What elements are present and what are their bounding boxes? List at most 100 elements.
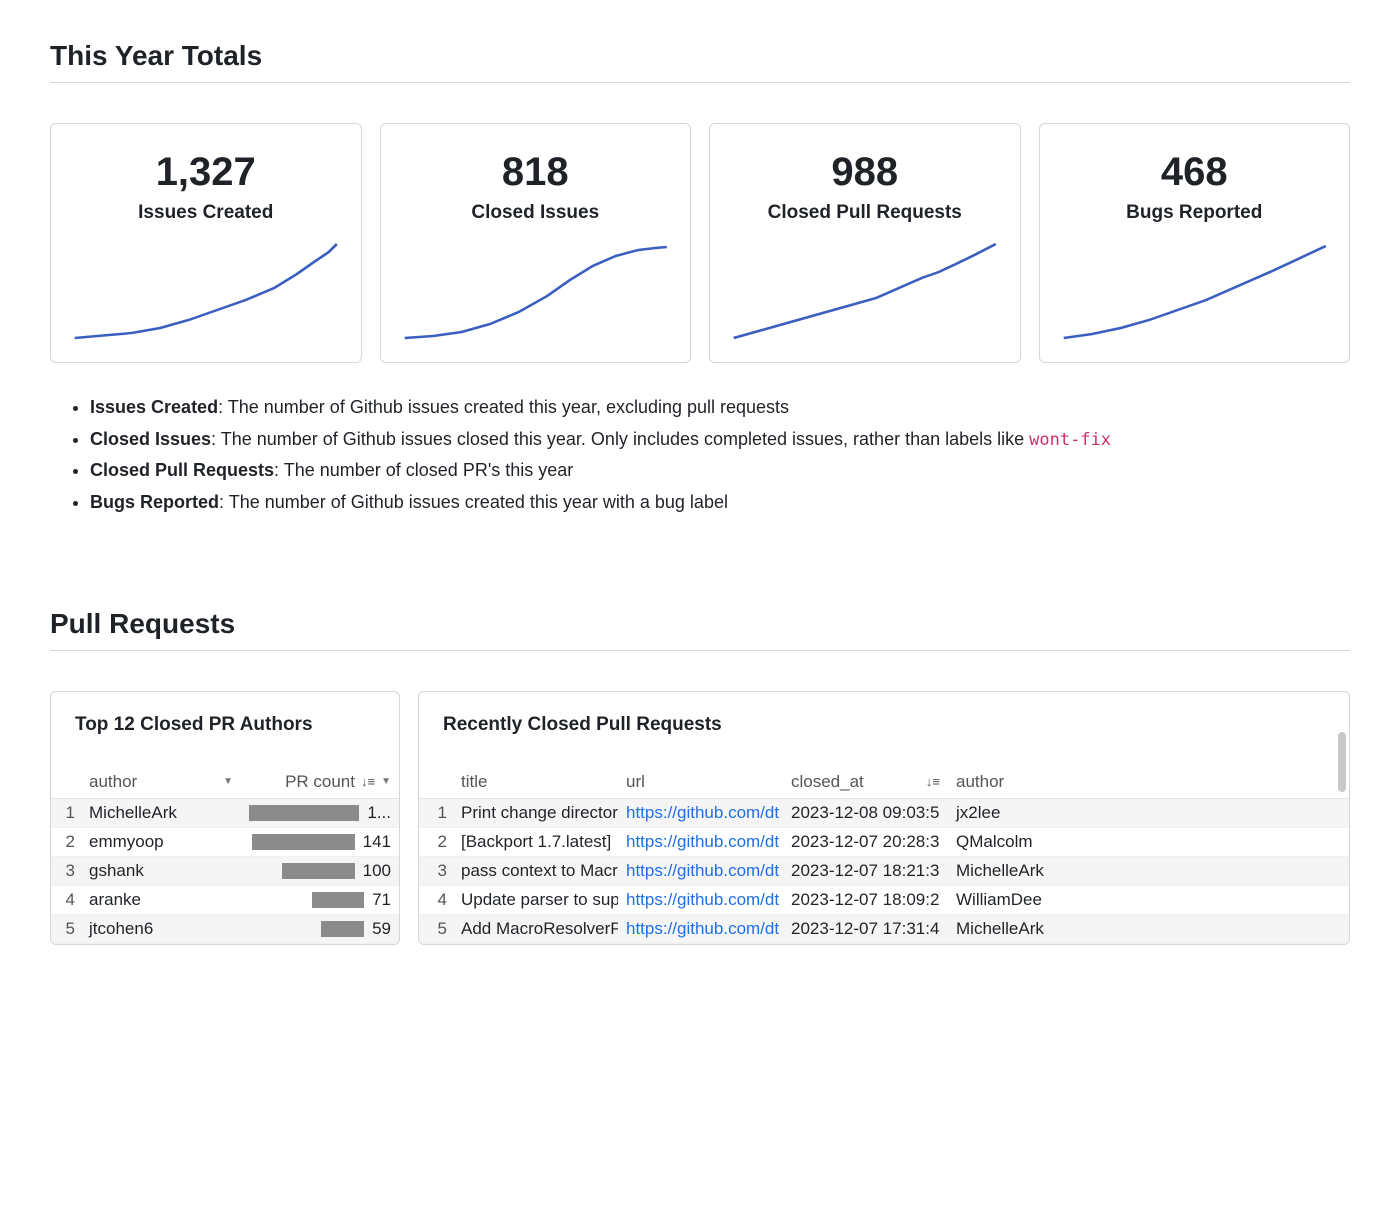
card-closed-issues: 818 Closed Issues [380, 123, 692, 363]
pr-url-cell: https://github.com/dt [618, 856, 783, 885]
author-cell: emmyoop [81, 827, 241, 856]
author-cell: aranke [81, 885, 241, 914]
bar [249, 805, 359, 821]
bar [282, 863, 355, 879]
pr-title-cell: pass context to Macr [453, 856, 618, 885]
pr-url-link[interactable]: https://github.com/dt [626, 890, 779, 909]
card-issues-created: 1,327 Issues Created [50, 123, 362, 363]
pr-url-link[interactable]: https://github.com/dt [626, 919, 779, 938]
sparkline [399, 238, 673, 348]
row-index: 2 [419, 827, 453, 856]
count-value: 141 [363, 832, 391, 852]
table-row[interactable]: 3gshank 100 [51, 856, 399, 885]
row-index: 1 [51, 798, 81, 827]
sparkline [728, 238, 1002, 348]
pr-closed-at-cell: 2023-12-08 09:03:5 [783, 798, 948, 827]
table-row[interactable]: 1Print change directorhttps://github.com… [419, 798, 1349, 827]
authors-table: author ▼ PR count ↓≡ ▼ 1MichelleArk1...2… [51, 766, 399, 944]
card-bugs-reported: 468 Bugs Reported [1039, 123, 1351, 363]
row-index: 4 [419, 885, 453, 914]
row-index: 3 [51, 856, 81, 885]
definition-desc: : The number of closed PR's this year [274, 460, 573, 480]
table-row[interactable]: 3pass context to Macr https://github.com/… [419, 856, 1349, 885]
col-author[interactable]: author ▼ [81, 766, 241, 799]
card-label: Closed Issues [471, 202, 599, 224]
pr-closed-at-cell: 2023-12-07 17:31:4 [783, 914, 948, 943]
pr-closed-at-cell: 2023-12-07 18:09:2 [783, 885, 948, 914]
col-pr-count[interactable]: PR count ↓≡ ▼ [241, 766, 399, 799]
section-title-totals: This Year Totals [50, 40, 1350, 72]
table-row[interactable]: 5jtcohen659 [51, 914, 399, 943]
definition-term: Issues Created [90, 397, 218, 417]
top-authors-panel: Top 12 Closed PR Authors author ▼ PR cou… [50, 691, 400, 945]
card-label: Closed Pull Requests [768, 202, 962, 224]
pr-url-link[interactable]: https://github.com/dt [626, 832, 779, 851]
count-cell: 100 [241, 856, 399, 885]
scrollbar[interactable] [1338, 732, 1346, 792]
definition-desc: : The number of Github issues created th… [218, 397, 789, 417]
row-index: 3 [419, 856, 453, 885]
definitions-list: Issues Created: The number of Github iss… [90, 393, 1350, 518]
author-cell: MichelleArk [81, 798, 241, 827]
table-row[interactable]: 2[Backport 1.7.latest] https://github.com… [419, 827, 1349, 856]
definition-item: Closed Pull Requests: The number of clos… [90, 456, 1350, 486]
card-closed-prs: 988 Closed Pull Requests [709, 123, 1021, 363]
row-index: 4 [51, 885, 81, 914]
pr-url-link[interactable]: https://github.com/dt [626, 803, 779, 822]
col-title[interactable]: title [453, 766, 618, 799]
pr-author-cell: QMalcolm [948, 827, 1349, 856]
table-row[interactable]: 5Add MacroResolverPhttps://github.com/dt… [419, 914, 1349, 943]
col-idx [51, 766, 81, 799]
col-closed-at[interactable]: closed_at ↓≡ [783, 766, 948, 799]
pr-url-cell: https://github.com/dt [618, 914, 783, 943]
count-value: 1... [367, 803, 391, 823]
card-value: 818 [502, 150, 569, 194]
definition-desc: : The number of Github issues created th… [219, 492, 728, 512]
pr-title-cell: [Backport 1.7.latest] [453, 827, 618, 856]
card-value: 988 [831, 150, 898, 194]
count-cell: 71 [241, 885, 399, 914]
col-idx [419, 766, 453, 799]
pr-author-cell: MichelleArk [948, 856, 1349, 885]
pr-url-cell: https://github.com/dt [618, 885, 783, 914]
sort-desc-icon: ↓≡ [361, 774, 375, 789]
count-value: 71 [372, 890, 391, 910]
card-label: Issues Created [138, 202, 273, 224]
pr-author-cell: MichelleArk [948, 914, 1349, 943]
definition-desc: : The number of Github issues closed thi… [211, 429, 1029, 449]
definition-item: Bugs Reported: The number of Github issu… [90, 488, 1350, 518]
table-row[interactable]: 2emmyoop141 [51, 827, 399, 856]
definition-item: Closed Issues: The number of Github issu… [90, 425, 1350, 455]
table-row[interactable]: 1MichelleArk 1... [51, 798, 399, 827]
table-row[interactable]: 4aranke 71 [51, 885, 399, 914]
recent-prs-table: title url closed_at ↓≡ author 1Print cha… [419, 766, 1349, 944]
bar [252, 834, 355, 850]
panel-title: Recently Closed Pull Requests [419, 692, 1349, 766]
count-cell: 141 [241, 827, 399, 856]
sparkline [69, 238, 343, 348]
divider [50, 82, 1350, 83]
col-author-label: author [89, 772, 137, 792]
pr-title-cell: Update parser to sup [453, 885, 618, 914]
pr-url-link[interactable]: https://github.com/dt [626, 861, 779, 880]
count-value: 100 [363, 861, 391, 881]
pr-title-cell: Print change director [453, 798, 618, 827]
col-author-label: author [956, 772, 1004, 791]
table-row[interactable]: 4Update parser to sup https://github.com/… [419, 885, 1349, 914]
col-pr-count-label: PR count [285, 772, 355, 792]
count-value: 59 [372, 919, 391, 939]
definition-term: Closed Issues [90, 429, 211, 449]
author-cell: gshank [81, 856, 241, 885]
pr-closed-at-cell: 2023-12-07 20:28:3 [783, 827, 948, 856]
author-cell: jtcohen6 [81, 914, 241, 943]
divider [50, 650, 1350, 651]
pr-panels-row: Top 12 Closed PR Authors author ▼ PR cou… [50, 691, 1350, 945]
col-url[interactable]: url [618, 766, 783, 799]
pr-url-cell: https://github.com/dt [618, 798, 783, 827]
sort-caret-icon: ▼ [381, 776, 391, 787]
pr-url-cell: https://github.com/dt [618, 827, 783, 856]
card-value: 1,327 [156, 150, 256, 194]
cards-row: 1,327 Issues Created 818 Closed Issues 9… [50, 123, 1350, 363]
sort-caret-icon: ▼ [223, 776, 233, 787]
col-author[interactable]: author [948, 766, 1349, 799]
